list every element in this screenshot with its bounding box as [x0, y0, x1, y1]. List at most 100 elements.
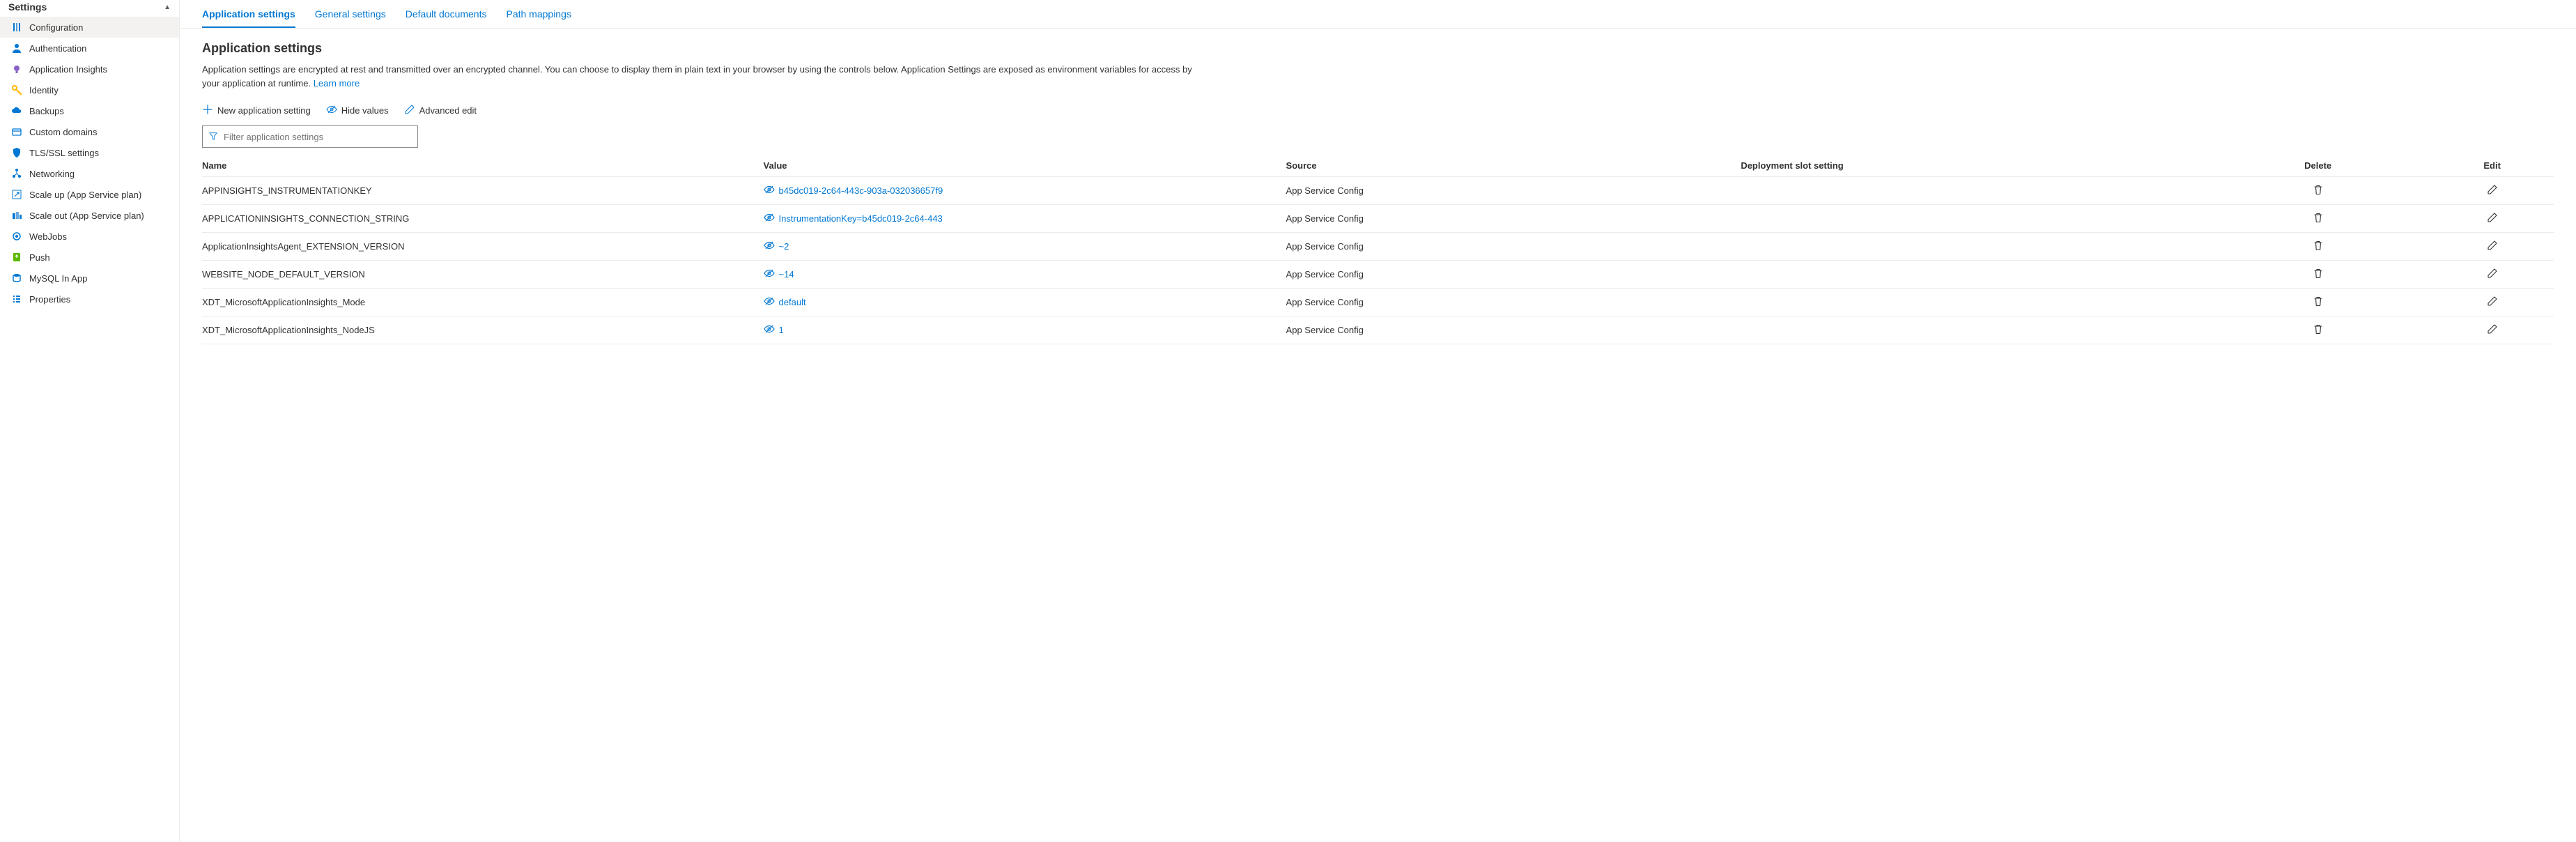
- sidebar-item-webjobs[interactable]: WebJobs: [0, 226, 179, 247]
- sidebar-item-scale-out-app-service-plan-[interactable]: Scale out (App Service plan): [0, 205, 179, 226]
- table-row: XDT_MicrosoftApplicationInsights_NodeJS 1…: [202, 316, 2554, 344]
- setting-value[interactable]: ~2: [779, 241, 789, 252]
- cell-delete: [2205, 205, 2437, 233]
- table-row: APPLICATIONINSIGHTS_CONNECTION_STRINGIns…: [202, 205, 2554, 233]
- cell-edit: [2437, 289, 2554, 316]
- eye-off-icon[interactable]: [764, 296, 775, 308]
- delete-button[interactable]: [2311, 183, 2325, 199]
- hide-values-label: Hide values: [341, 105, 389, 116]
- eye-off-icon[interactable]: [764, 240, 775, 252]
- sidebar: Settings ▲ ConfigurationAuthenticationAp…: [0, 0, 180, 842]
- bulb-icon: [11, 63, 22, 75]
- edit-button[interactable]: [2485, 266, 2499, 282]
- edit-button[interactable]: [2485, 238, 2499, 254]
- setting-source: App Service Config: [1286, 269, 1364, 280]
- cell-edit: [2437, 261, 2554, 289]
- section-title: Application settings: [180, 41, 2576, 63]
- delete-button[interactable]: [2311, 238, 2325, 254]
- delete-button[interactable]: [2311, 322, 2325, 338]
- setting-value[interactable]: b45dc019-2c64-443c-903a-032036657f9: [779, 185, 943, 196]
- tab-default-documents[interactable]: Default documents: [406, 8, 487, 28]
- section-description: Application settings are encrypted at re…: [180, 63, 1225, 102]
- eye-off-icon[interactable]: [764, 268, 775, 280]
- sidebar-item-backups[interactable]: Backups: [0, 100, 179, 121]
- sidebar-item-label: Identity: [29, 85, 59, 95]
- cell-value: InstrumentationKey=b45dc019-2c64-443: [764, 205, 1286, 233]
- sidebar-item-identity[interactable]: Identity: [0, 79, 179, 100]
- tab-application-settings[interactable]: Application settings: [202, 8, 295, 28]
- sidebar-item-push[interactable]: Push: [0, 247, 179, 268]
- eye-off-icon[interactable]: [764, 185, 775, 197]
- sidebar-item-tls-ssl-settings[interactable]: TLS/SSL settings: [0, 142, 179, 163]
- setting-value[interactable]: ~14: [779, 269, 794, 280]
- cell-source: App Service Config: [1286, 261, 1741, 289]
- eye-off-icon[interactable]: [764, 213, 775, 224]
- setting-source: App Service Config: [1286, 325, 1364, 335]
- sidebar-item-networking[interactable]: Networking: [0, 163, 179, 184]
- tab-general-settings[interactable]: General settings: [315, 8, 386, 28]
- sidebar-item-properties[interactable]: Properties: [0, 289, 179, 309]
- push-icon: [11, 252, 22, 263]
- delete-button[interactable]: [2311, 266, 2325, 282]
- filter-box[interactable]: [202, 125, 418, 148]
- shield-icon: [11, 147, 22, 158]
- setting-value[interactable]: default: [779, 297, 806, 307]
- table-row: APPINSIGHTS_INSTRUMENTATIONKEY b45dc019-2…: [202, 177, 2554, 205]
- sidebar-item-label: WebJobs: [29, 231, 67, 242]
- hide-values-button[interactable]: Hide values: [326, 102, 389, 118]
- setting-source: App Service Config: [1286, 241, 1364, 252]
- setting-name: XDT_MicrosoftApplicationInsights_NodeJS: [202, 325, 375, 335]
- cell-delete: [2205, 177, 2437, 205]
- delete-button[interactable]: [2311, 210, 2325, 227]
- toolbar: New application setting Hide values Adva…: [180, 102, 2576, 125]
- edit-button[interactable]: [2485, 183, 2499, 199]
- cell-edit: [2437, 316, 2554, 344]
- filter-icon: [208, 131, 218, 143]
- cell-slot: [1741, 205, 2205, 233]
- setting-name: ApplicationInsightsAgent_EXTENSION_VERSI…: [202, 241, 404, 252]
- sidebar-item-application-insights[interactable]: Application Insights: [0, 59, 179, 79]
- eye-off-icon[interactable]: [764, 324, 775, 336]
- tab-path-mappings[interactable]: Path mappings: [506, 8, 571, 28]
- main-content: Application settings General settings Defa…: [180, 0, 2576, 842]
- edit-button[interactable]: [2485, 210, 2499, 227]
- advanced-edit-button[interactable]: Advanced edit: [404, 102, 477, 118]
- edit-button[interactable]: [2485, 294, 2499, 310]
- col-delete: Delete: [2205, 155, 2437, 177]
- cell-name: ApplicationInsightsAgent_EXTENSION_VERSI…: [202, 233, 764, 261]
- cell-slot: [1741, 289, 2205, 316]
- eye-off-icon: [326, 104, 337, 117]
- sidebar-item-scale-up-app-service-plan-[interactable]: Scale up (App Service plan): [0, 184, 179, 205]
- sidebar-item-custom-domains[interactable]: Custom domains: [0, 121, 179, 142]
- person-icon: [11, 43, 22, 54]
- key-icon: [11, 84, 22, 95]
- setting-value[interactable]: InstrumentationKey=b45dc019-2c64-443: [779, 213, 943, 224]
- sidebar-item-label: Networking: [29, 169, 75, 179]
- cell-delete: [2205, 233, 2437, 261]
- scaleup-icon: [11, 189, 22, 200]
- sidebar-item-label: Application Insights: [29, 64, 107, 75]
- cell-value: 1: [764, 316, 1286, 344]
- sidebar-item-configuration[interactable]: Configuration: [0, 17, 179, 38]
- new-setting-button[interactable]: New application setting: [202, 102, 311, 118]
- learn-more-link[interactable]: Learn more: [314, 78, 360, 89]
- sidebar-item-mysql-in-app[interactable]: MySQL In App: [0, 268, 179, 289]
- setting-name: WEBSITE_NODE_DEFAULT_VERSION: [202, 269, 365, 280]
- cell-value: ~2: [764, 233, 1286, 261]
- cell-source: App Service Config: [1286, 205, 1741, 233]
- pencil-icon: [404, 104, 415, 117]
- cell-value: b45dc019-2c64-443c-903a-032036657f9: [764, 177, 1286, 205]
- sidebar-item-label: Properties: [29, 294, 70, 305]
- sidebar-item-authentication[interactable]: Authentication: [0, 38, 179, 59]
- domain-icon: [11, 126, 22, 137]
- cell-slot: [1741, 261, 2205, 289]
- setting-value[interactable]: 1: [779, 325, 784, 335]
- cell-slot: [1741, 177, 2205, 205]
- sidebar-item-label: Configuration: [29, 22, 83, 33]
- filter-input[interactable]: [224, 132, 412, 142]
- sidebar-item-label: Custom domains: [29, 127, 98, 137]
- delete-button[interactable]: [2311, 294, 2325, 310]
- cell-name: APPINSIGHTS_INSTRUMENTATIONKEY: [202, 177, 764, 205]
- chevron-up-icon[interactable]: ▲: [164, 3, 171, 11]
- edit-button[interactable]: [2485, 322, 2499, 338]
